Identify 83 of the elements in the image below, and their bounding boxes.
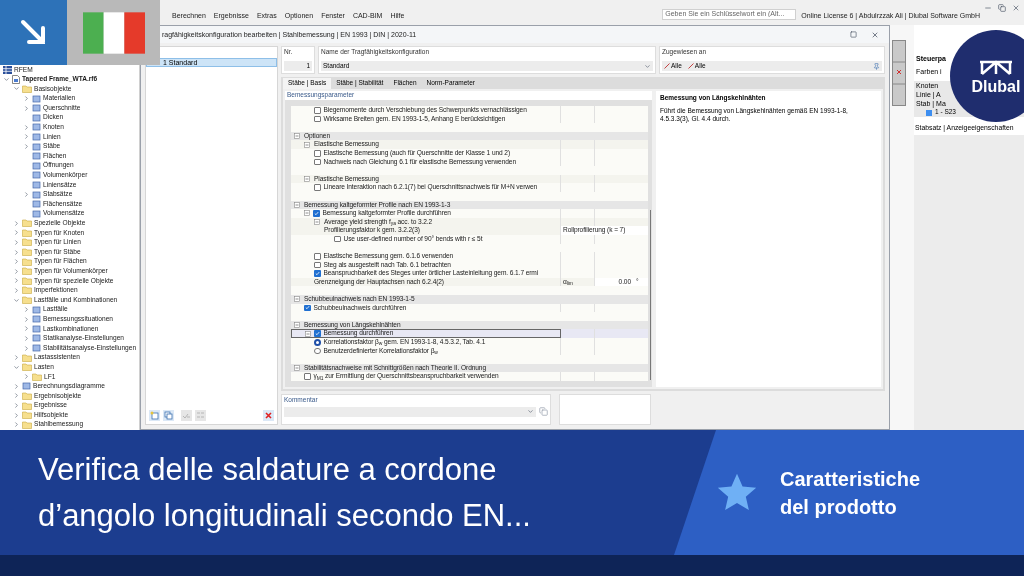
- uncheck-all-icon[interactable]: [195, 410, 206, 421]
- collapse-icon[interactable]: [304, 176, 310, 183]
- restore-icon[interactable]: [998, 4, 1006, 12]
- chevron-right-icon[interactable]: [23, 104, 30, 112]
- chevron-right-icon[interactable]: [13, 421, 20, 429]
- close-icon[interactable]: [1012, 4, 1020, 12]
- chevron-right-icon[interactable]: [23, 344, 30, 352]
- chevron-right-icon[interactable]: [13, 392, 20, 400]
- collapse-icon[interactable]: [294, 201, 300, 208]
- chevron-right-icon[interactable]: [13, 277, 20, 285]
- chevron-right-icon[interactable]: [23, 373, 30, 381]
- checkbox[interactable]: [314, 150, 321, 157]
- chevron-right-icon[interactable]: [13, 229, 20, 237]
- chevron-right-icon[interactable]: [13, 258, 20, 266]
- chevron-right-icon[interactable]: [23, 95, 30, 103]
- chevron-right-icon[interactable]: [23, 334, 30, 342]
- minimize-icon[interactable]: [984, 4, 992, 12]
- chevron-right-icon[interactable]: [23, 191, 30, 198]
- chevron-right-icon[interactable]: [23, 133, 30, 141]
- collapse-icon[interactable]: [294, 365, 300, 372]
- checkbox[interactable]: [314, 184, 321, 191]
- view-cube-icon[interactable]: [892, 40, 906, 106]
- banner-title: d’angolo longitudinali secondo EN...: [38, 496, 531, 535]
- chevron-right-icon[interactable]: [23, 306, 30, 314]
- scrollbar[interactable]: [649, 210, 651, 380]
- object-icon: [22, 382, 31, 391]
- chevron-right-icon[interactable]: [13, 354, 20, 362]
- checkbox[interactable]: [304, 373, 311, 380]
- member-icon: [687, 63, 694, 69]
- chevron-right-icon[interactable]: [13, 286, 20, 294]
- collapse-icon[interactable]: [314, 219, 320, 225]
- checkbox[interactable]: [314, 107, 321, 114]
- delete-icon[interactable]: [263, 410, 274, 421]
- banner-title: Verifica delle saldature a cordone: [38, 450, 498, 489]
- copy-icon[interactable]: [539, 407, 548, 416]
- dropdown-caret-icon[interactable]: [527, 408, 534, 415]
- collapse-icon[interactable]: [305, 330, 311, 337]
- member-icon: [664, 63, 670, 69]
- chevron-right-icon[interactable]: [23, 143, 30, 151]
- chevron-right-icon[interactable]: [13, 248, 20, 256]
- radio-button[interactable]: [314, 347, 321, 355]
- pin-icon[interactable]: [873, 62, 880, 70]
- close-icon[interactable]: [871, 30, 879, 39]
- check-all-icon[interactable]: [181, 410, 192, 421]
- chevron-right-icon[interactable]: [13, 402, 20, 410]
- chevron-down-icon[interactable]: [13, 363, 20, 371]
- checkbox[interactable]: [334, 235, 341, 243]
- chevron-right-icon[interactable]: [23, 325, 30, 333]
- collapse-icon[interactable]: [304, 210, 310, 217]
- collapse-icon[interactable]: [294, 322, 300, 329]
- badge-label: Caratteristiche: [780, 466, 921, 492]
- checkbox[interactable]: [304, 304, 311, 312]
- comment-field[interactable]: [284, 406, 536, 417]
- checkbox[interactable]: [314, 253, 321, 260]
- chevron-down-icon[interactable]: [3, 75, 10, 83]
- chevron-right-icon[interactable]: [13, 267, 20, 275]
- copy-icon[interactable]: [163, 410, 174, 421]
- checkbox[interactable]: [314, 261, 321, 269]
- dropdown-caret-icon[interactable]: [644, 62, 651, 70]
- flag-icon: [82, 11, 145, 54]
- maximize-icon[interactable]: [850, 30, 857, 38]
- document-icon: [12, 74, 20, 84]
- checkbox[interactable]: [314, 115, 321, 123]
- collapse-icon[interactable]: [294, 133, 300, 140]
- chevron-down-icon[interactable]: [13, 85, 20, 93]
- logo-text: Dlubal: [971, 78, 1021, 95]
- chevron-right-icon[interactable]: [13, 411, 20, 419]
- chevron-right-icon[interactable]: [23, 315, 30, 323]
- chevron-right-icon[interactable]: [23, 123, 30, 131]
- radio-button[interactable]: [314, 339, 321, 346]
- new-item-icon[interactable]: [149, 410, 160, 421]
- checkbox[interactable]: [314, 158, 321, 166]
- collapse-icon[interactable]: [294, 296, 300, 303]
- chevron-right-icon[interactable]: [13, 219, 20, 227]
- grid-icon: [3, 65, 12, 74]
- chevron-right-icon[interactable]: [13, 239, 20, 246]
- folder-icon: [22, 85, 32, 93]
- badge-label: del prodotto: [780, 494, 898, 520]
- collapse-icon[interactable]: [304, 141, 310, 148]
- chevron-right-icon[interactable]: [13, 382, 20, 390]
- chevron-down-icon[interactable]: [13, 296, 20, 304]
- checkbox[interactable]: [313, 210, 320, 217]
- arrow-icon: [19, 18, 48, 47]
